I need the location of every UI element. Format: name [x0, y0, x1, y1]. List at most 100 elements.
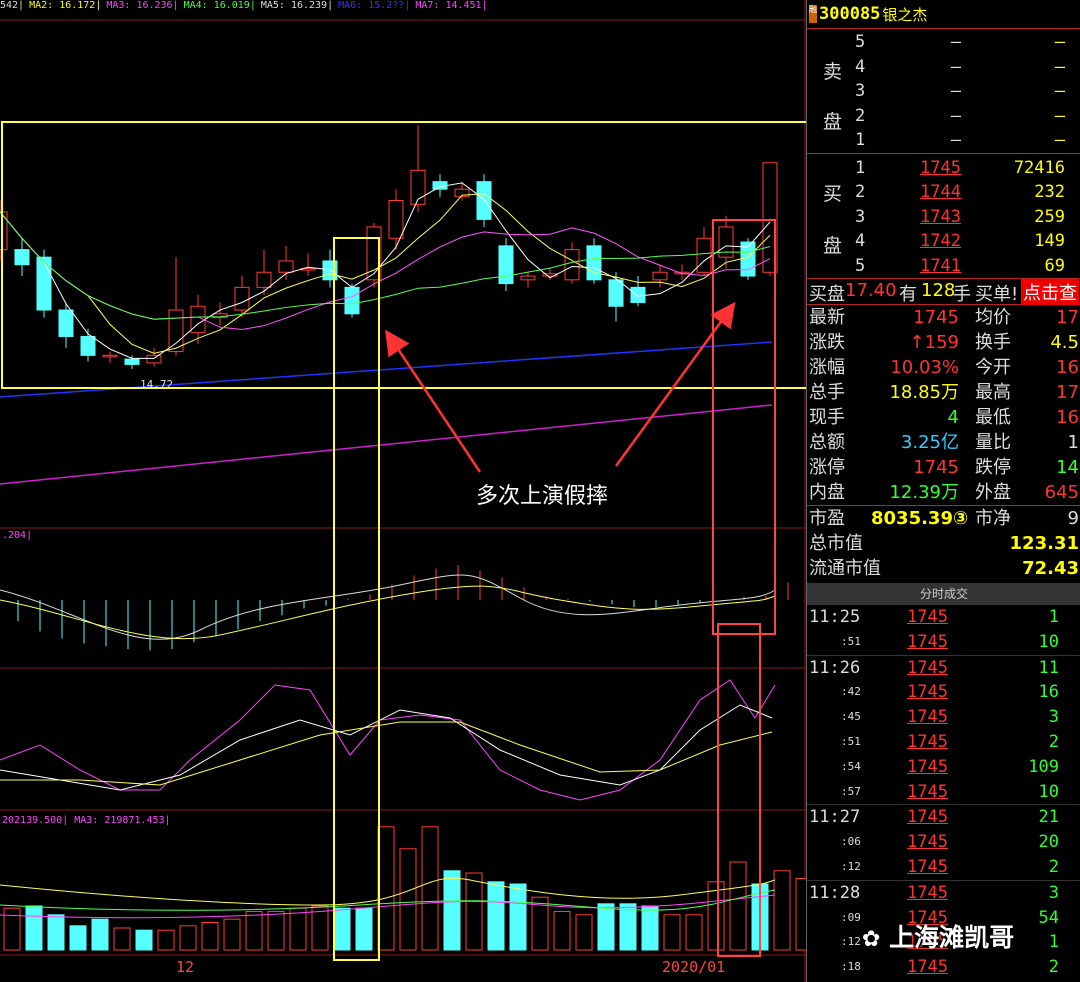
volume-bar: [245, 911, 263, 951]
order-book: 卖 盘 买 盘 5— —4— —3— —2— —1— —1 1745 72416 2 1744 23…: [807, 29, 1080, 279]
candle-body: [520, 275, 536, 281]
volume-bar: [25, 905, 43, 951]
buy-level-5[interactable]: 5 1741 69: [807, 254, 1080, 279]
candle-body: [256, 271, 272, 288]
wechat-icon: ✿: [862, 927, 881, 952]
buy-level-1[interactable]: 1 1745 72416: [807, 156, 1080, 181]
quote-row: 总手 18.85万 最高 17: [809, 382, 1079, 403]
candle-body: [102, 354, 118, 358]
trade-row[interactable]: 11:25 1745 1: [807, 605, 1080, 630]
stock-code[interactable]: 300085: [819, 4, 880, 24]
volume-bar: [311, 905, 329, 951]
volume-bar: [773, 870, 791, 951]
trade-row[interactable]: :42 1745 16: [807, 680, 1080, 705]
volume-bar: [509, 883, 527, 951]
annotation-text: 多次上演假摔: [476, 484, 609, 509]
candle-body: [498, 245, 514, 285]
candle-body: [586, 245, 602, 281]
candle-body: [58, 309, 74, 337]
mcap-row: 总市值 123.31: [809, 533, 1079, 554]
candle-body: [80, 335, 96, 356]
volume-bar: [707, 881, 725, 951]
trade-row[interactable]: :45 1745 3: [807, 705, 1080, 730]
volume-bar: [795, 878, 806, 951]
candle-body: [608, 279, 624, 307]
candle-body: [564, 249, 580, 281]
candle-body: [124, 358, 140, 365]
sell-level-2[interactable]: 2— —: [807, 104, 1080, 129]
volume-bar: [69, 925, 87, 951]
trade-row[interactable]: 11:28 1745 3: [807, 881, 1080, 906]
volume-bar: [113, 927, 131, 951]
volume-bar: [641, 905, 659, 951]
volume-bar: [47, 914, 65, 951]
volume-bar: [201, 922, 219, 951]
buy-order-row: 买盘 17.40 有 128 手 买单! 点击查: [807, 279, 1080, 305]
volume-bar: [179, 925, 197, 951]
volume-bar: [487, 881, 505, 951]
sell-level-5[interactable]: 5— —: [807, 30, 1080, 55]
volume-bar: [135, 929, 153, 951]
highlight-column: [712, 219, 776, 635]
volume-bar: [333, 907, 351, 951]
quote-row: 总额 3.25亿 量比 1: [809, 432, 1079, 453]
arrow-left: [385, 329, 482, 473]
kline-chart[interactable]: .204| 202139.500| MA3: 219871.453| 12 2020…: [0, 0, 806, 982]
volume-bar: [443, 870, 461, 951]
trade-row[interactable]: :12 1745 2: [807, 855, 1080, 881]
trade-row[interactable]: 11:27 1745 21: [807, 805, 1080, 830]
volume-bar: [685, 914, 703, 951]
trade-row[interactable]: :54 1745 109: [807, 755, 1080, 780]
volume-bar: [399, 848, 417, 951]
float-mcap-row: 流通市值 72.43: [809, 558, 1079, 579]
chart-canvas[interactable]: .204| 202139.500| MA3: 219871.453| 12 2020…: [0, 0, 806, 982]
ma-line: [0, 211, 771, 320]
quote-row: 最新 1745 均价 17: [809, 307, 1079, 328]
volume-bar: [91, 918, 109, 951]
volume-bar: [729, 861, 747, 951]
quote-row: 内盘 12.39万 外盘 645: [809, 482, 1079, 503]
candle-body: [652, 271, 668, 281]
buy-level-4[interactable]: 4 1742 149: [807, 229, 1080, 254]
quote-row: 涨跌 ↑159 换手 4.5: [809, 332, 1079, 353]
trade-row[interactable]: :57 1745 10: [807, 780, 1080, 806]
view-orders-link[interactable]: 点击查: [1021, 279, 1079, 305]
sell-level-3[interactable]: 3— —: [807, 79, 1080, 104]
kdj-d-line: [0, 721, 773, 786]
volume-bar: [223, 918, 241, 951]
quote-info: 最新 1745 均价 17 涨跌 ↑159 换手 4.5 涨幅 10.03% 今开 16 总手 18.85…: [807, 305, 1080, 505]
macd-label: .204|: [2, 530, 32, 541]
kdj-k-line: [0, 704, 773, 791]
macd-dea-line: [0, 585, 776, 640]
pe-row: 市盈 8035.39③ 市净 9: [809, 508, 1079, 529]
candle-body: [14, 249, 30, 266]
volume-bar: [377, 826, 395, 951]
candle-body: [168, 309, 184, 353]
quote-row: 涨幅 10.03% 今开 16: [809, 357, 1079, 378]
quote-panel: 融 300085 银之杰 卖 盘 买 盘 5— —4— —3— —2— —1— —1 174…: [806, 0, 1080, 982]
sell-level-4[interactable]: 4— —: [807, 55, 1080, 80]
stock-name[interactable]: 银之杰: [882, 4, 927, 25]
highlight-column: [333, 237, 380, 961]
buy-level-3[interactable]: 3 1743 259: [807, 205, 1080, 230]
ma-long-line: [0, 404, 773, 485]
volume-bar: [267, 911, 285, 951]
candle-body: [344, 286, 360, 315]
trade-row[interactable]: :18 1745 2: [807, 955, 1080, 980]
candle-body: [388, 200, 404, 239]
candle-body: [234, 286, 250, 311]
candle-body: [696, 237, 712, 273]
trade-row[interactable]: :51 1745 10: [807, 630, 1080, 656]
low-price-label: 14.72: [140, 378, 173, 391]
buy-level-2[interactable]: 2 1744 232: [807, 180, 1080, 205]
volume-bar: [157, 929, 175, 951]
quote-row: 现手 4 最低 16: [809, 407, 1079, 428]
volume-bar: [597, 903, 615, 951]
volume-bar: [663, 914, 681, 951]
trade-row[interactable]: :06 1745 20: [807, 830, 1080, 855]
trade-row[interactable]: :51 1745 2: [807, 730, 1080, 755]
trade-row[interactable]: 11:26 1745 11: [807, 656, 1080, 681]
sell-level-1[interactable]: 1— —: [807, 128, 1080, 153]
volume-bar: [289, 907, 307, 951]
candle-body: [278, 260, 294, 273]
